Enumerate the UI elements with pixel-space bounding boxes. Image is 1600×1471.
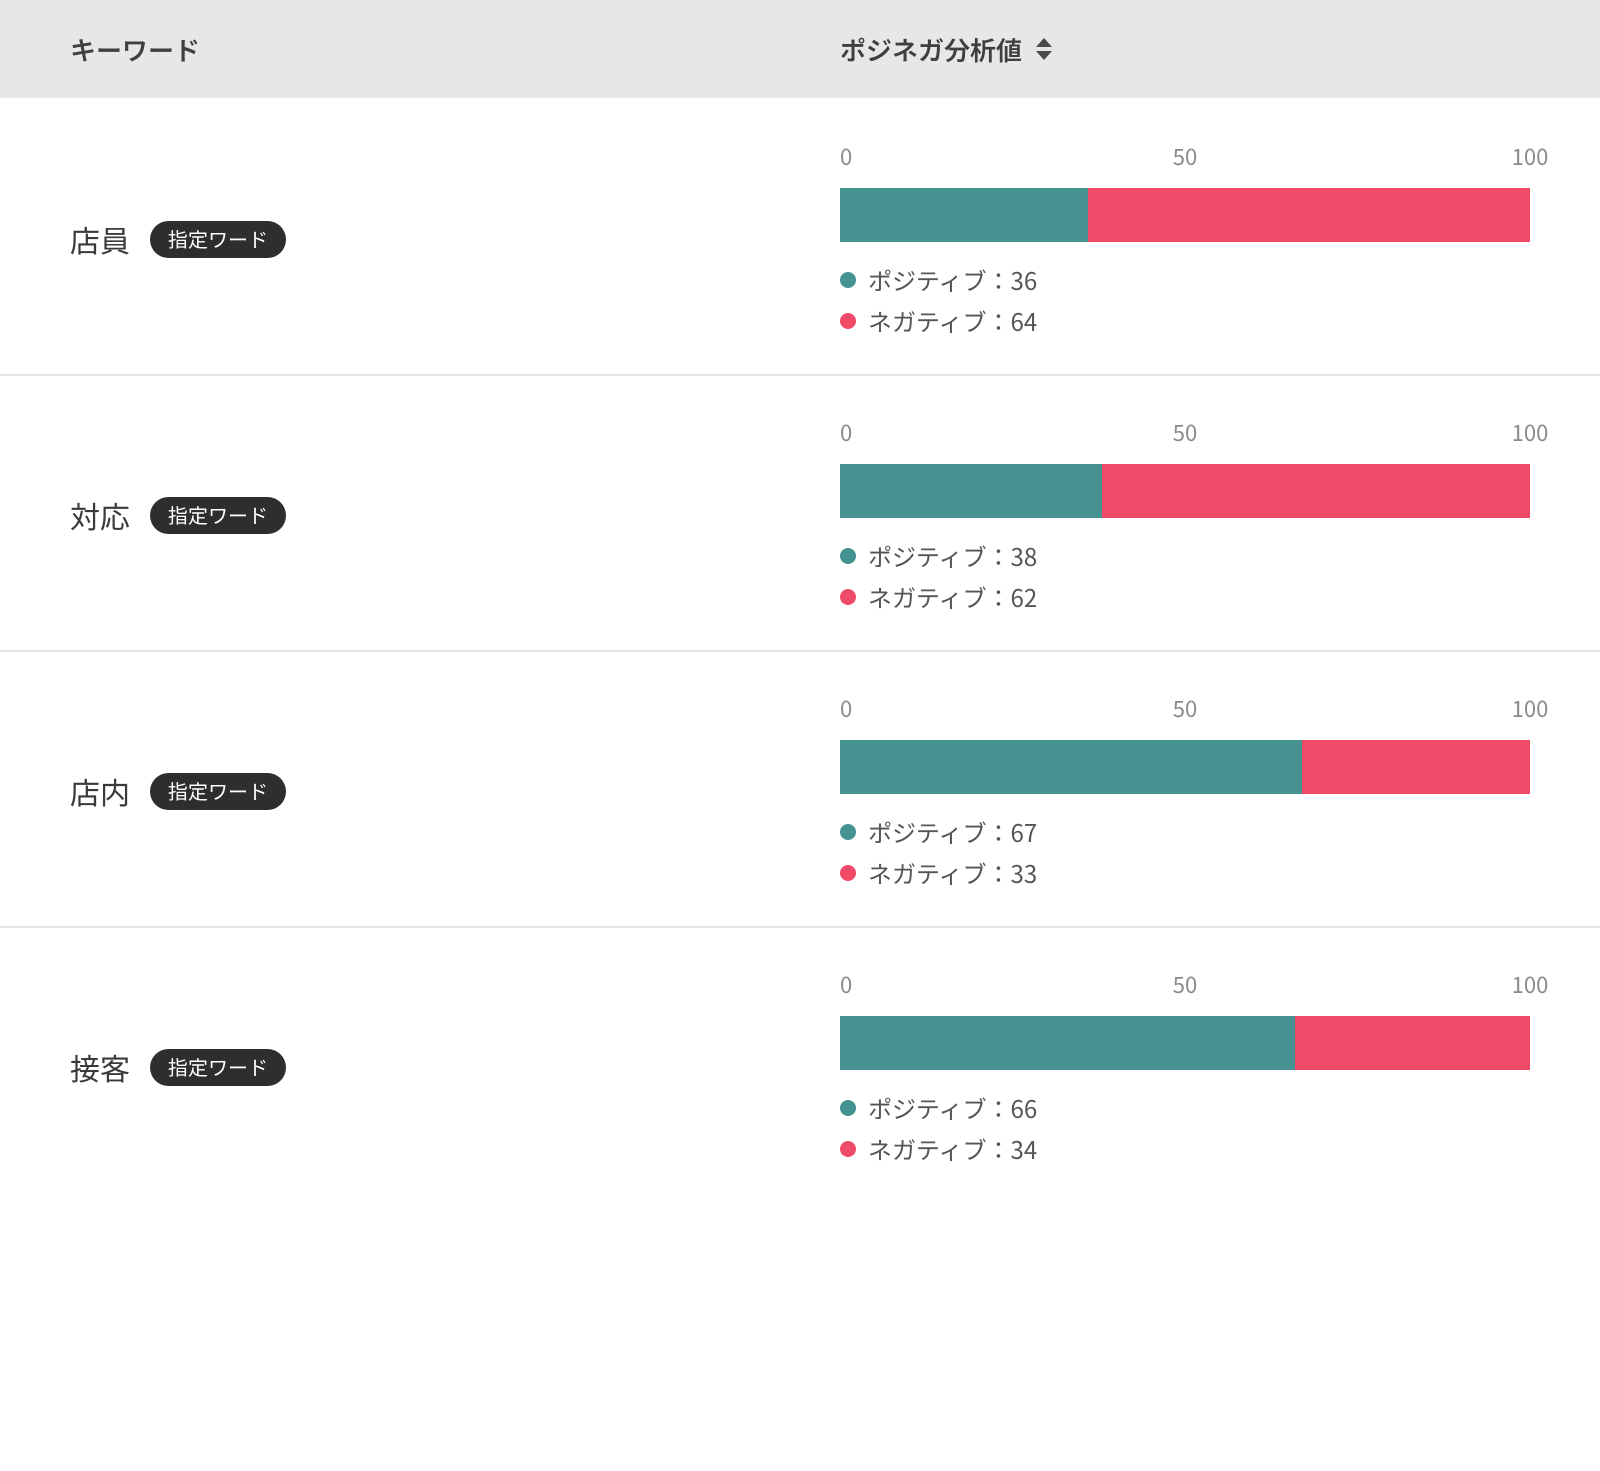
sentiment-chart: 0 50 100 ポジティブ：66 ネガティブ：34 [840, 968, 1530, 1166]
tag-designated-word: 指定ワード [150, 221, 286, 258]
tag-designated-word: 指定ワード [150, 1049, 286, 1086]
dot-icon-positive [840, 548, 856, 564]
chart-axis: 0 50 100 [840, 692, 1530, 726]
dot-icon-negative [840, 1141, 856, 1157]
column-header-keyword[interactable]: キーワード [70, 31, 200, 68]
sort-icon[interactable] [1036, 36, 1056, 62]
legend-positive: ポジティブ：67 [840, 814, 1530, 849]
axis-tick-0: 0 [840, 416, 852, 448]
legend-positive-text: ポジティブ：67 [868, 814, 1037, 849]
dot-icon-negative [840, 589, 856, 605]
legend-negative-text: ネガティブ：62 [868, 579, 1037, 614]
legend-negative: ネガティブ：33 [840, 855, 1530, 890]
axis-tick-0: 0 [840, 692, 852, 724]
column-header-sentiment[interactable]: ポジネガ分析値 [840, 31, 1056, 68]
dot-icon-negative [840, 865, 856, 881]
legend-negative: ネガティブ：64 [840, 303, 1530, 338]
column-header-sentiment-label: ポジネガ分析値 [840, 31, 1022, 68]
table-row: 対応 指定ワード 0 50 100 ポジティブ：38 ネガティブ：62 [0, 376, 1600, 652]
bar-segment-negative [1102, 464, 1530, 518]
sentiment-chart: 0 50 100 ポジティブ：38 ネガティブ：62 [840, 416, 1530, 614]
stacked-bar [840, 464, 1530, 518]
dot-icon-positive [840, 824, 856, 840]
chart-legend: ポジティブ：66 ネガティブ：34 [840, 1090, 1530, 1166]
legend-negative: ネガティブ：34 [840, 1131, 1530, 1166]
axis-tick-50: 50 [1173, 140, 1197, 172]
keyword-cell: 店員 指定ワード [70, 217, 840, 261]
bar-segment-negative [1302, 740, 1530, 794]
stacked-bar [840, 740, 1530, 794]
keyword-cell: 接客 指定ワード [70, 1045, 840, 1089]
table-row: 店員 指定ワード 0 50 100 ポジティブ：36 ネガティブ：64 [0, 100, 1600, 376]
rows-container: 店員 指定ワード 0 50 100 ポジティブ：36 ネガティブ：64 [0, 100, 1600, 1202]
legend-positive: ポジティブ：66 [840, 1090, 1530, 1125]
stacked-bar [840, 1016, 1530, 1070]
keyword-name: 店員 [70, 217, 130, 261]
axis-tick-0: 0 [840, 968, 852, 1000]
dot-icon-positive [840, 1100, 856, 1116]
keyword-name: 店内 [70, 769, 130, 813]
legend-positive: ポジティブ：38 [840, 538, 1530, 573]
axis-tick-100: 100 [1512, 692, 1549, 724]
axis-tick-50: 50 [1173, 968, 1197, 1000]
legend-positive-text: ポジティブ：38 [868, 538, 1037, 573]
axis-tick-100: 100 [1512, 968, 1549, 1000]
legend-negative: ネガティブ：62 [840, 579, 1530, 614]
legend-positive-text: ポジティブ：66 [868, 1090, 1037, 1125]
stacked-bar [840, 188, 1530, 242]
legend-positive-text: ポジティブ：36 [868, 262, 1037, 297]
chart-axis: 0 50 100 [840, 416, 1530, 450]
table-row: 店内 指定ワード 0 50 100 ポジティブ：67 ネガティブ：33 [0, 652, 1600, 928]
axis-tick-100: 100 [1512, 140, 1549, 172]
dot-icon-positive [840, 272, 856, 288]
legend-negative-text: ネガティブ：33 [868, 855, 1037, 890]
table-row: 接客 指定ワード 0 50 100 ポジティブ：66 ネガティブ：34 [0, 928, 1600, 1202]
chart-legend: ポジティブ：67 ネガティブ：33 [840, 814, 1530, 890]
table-header: キーワード ポジネガ分析値 [0, 0, 1600, 100]
dot-icon-negative [840, 313, 856, 329]
keyword-name: 対応 [70, 493, 130, 537]
axis-tick-0: 0 [840, 140, 852, 172]
tag-designated-word: 指定ワード [150, 497, 286, 534]
keyword-cell: 対応 指定ワード [70, 493, 840, 537]
sentiment-chart: 0 50 100 ポジティブ：67 ネガティブ：33 [840, 692, 1530, 890]
sentiment-chart: 0 50 100 ポジティブ：36 ネガティブ：64 [840, 140, 1530, 338]
chart-legend: ポジティブ：36 ネガティブ：64 [840, 262, 1530, 338]
bar-segment-positive [840, 1016, 1295, 1070]
chart-axis: 0 50 100 [840, 968, 1530, 1002]
keyword-cell: 店内 指定ワード [70, 769, 840, 813]
legend-negative-text: ネガティブ：64 [868, 303, 1037, 338]
bar-segment-positive [840, 740, 1302, 794]
axis-tick-50: 50 [1173, 692, 1197, 724]
bar-segment-positive [840, 464, 1102, 518]
bar-segment-positive [840, 188, 1088, 242]
chart-axis: 0 50 100 [840, 140, 1530, 174]
axis-tick-50: 50 [1173, 416, 1197, 448]
axis-tick-100: 100 [1512, 416, 1549, 448]
legend-positive: ポジティブ：36 [840, 262, 1530, 297]
chart-legend: ポジティブ：38 ネガティブ：62 [840, 538, 1530, 614]
legend-negative-text: ネガティブ：34 [868, 1131, 1037, 1166]
bar-segment-negative [1088, 188, 1530, 242]
bar-segment-negative [1295, 1016, 1530, 1070]
tag-designated-word: 指定ワード [150, 773, 286, 810]
keyword-name: 接客 [70, 1045, 130, 1089]
